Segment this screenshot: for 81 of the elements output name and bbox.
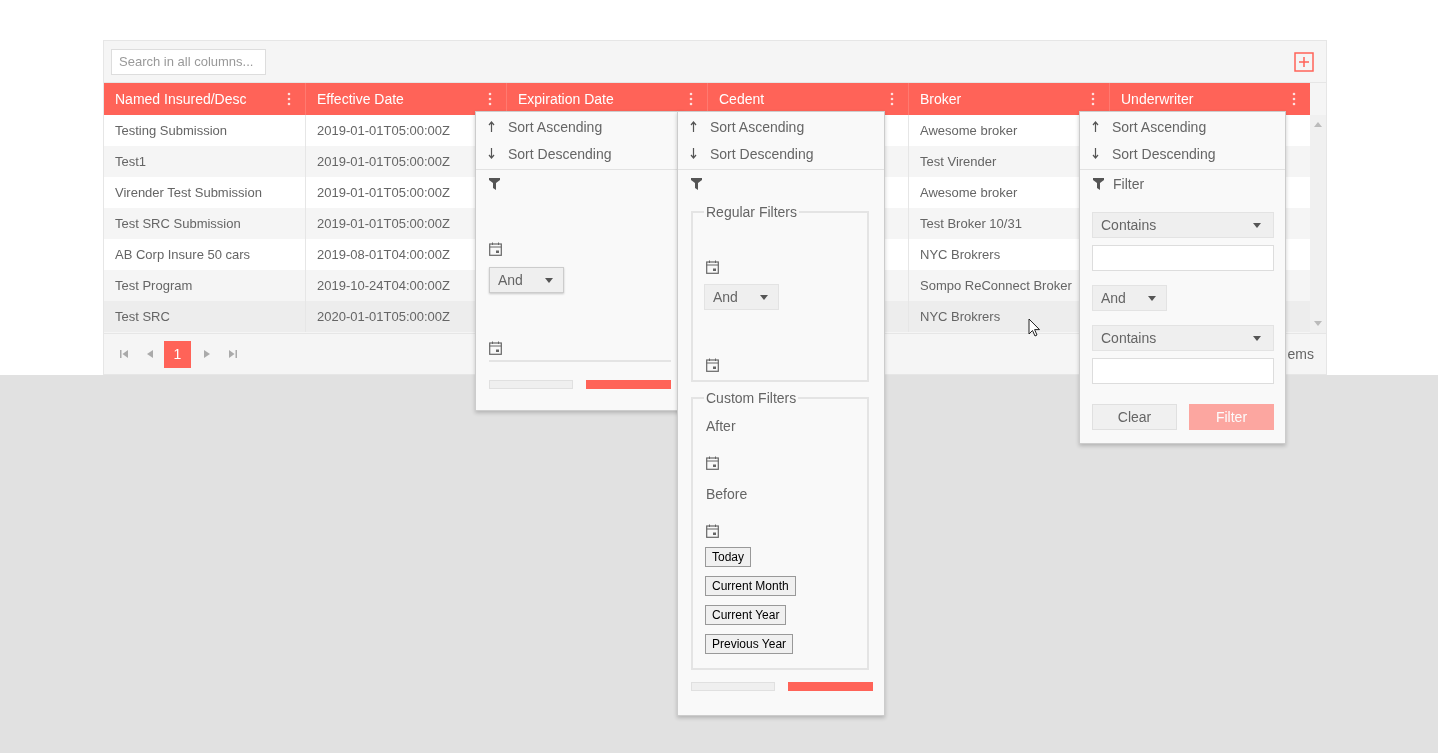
more-icon[interactable] <box>287 92 291 106</box>
column-header[interactable]: Effective Date <box>305 83 506 115</box>
more-icon[interactable] <box>1091 92 1095 106</box>
group-legend: Regular Filters <box>704 204 800 220</box>
filter-menu-item[interactable]: Filter <box>1093 176 1145 192</box>
calendar-icon[interactable] <box>489 242 502 256</box>
more-icon[interactable] <box>890 92 894 106</box>
more-icon[interactable] <box>488 92 492 106</box>
preset-button[interactable]: Current Month <box>705 576 796 596</box>
table-cell: Awesome broker <box>920 123 1018 138</box>
arrow-up-icon <box>488 121 495 132</box>
table-cell: 2020-01-01T05:00:00Z <box>317 309 450 324</box>
scroll-up-icon[interactable] <box>1314 122 1322 127</box>
caret-icon <box>545 277 553 283</box>
calendar-icon[interactable] <box>706 524 719 538</box>
table-cell: Test1 <box>115 154 147 169</box>
operator-dropdown[interactable]: Contains <box>1092 212 1274 238</box>
arrow-down-icon <box>488 148 495 159</box>
table-cell: Test SRC Submission <box>115 216 241 231</box>
table-cell: NYC Brokrers <box>920 309 1001 324</box>
arrow-up-icon <box>1092 121 1099 132</box>
table-cell: Testing Submission <box>115 123 227 138</box>
table-cell: Test SRC <box>115 309 170 324</box>
table-cell: 2019-01-01T05:00:00Z <box>317 185 450 200</box>
table-cell: Sompo ReConnect Broker <box>920 278 1072 293</box>
scroll-down-icon[interactable] <box>1314 321 1322 326</box>
more-icon[interactable] <box>689 92 693 106</box>
table-cell: Test Virender <box>920 154 997 169</box>
table-cell: 2019-10-24T04:00:00Z <box>317 278 450 293</box>
search-field[interactable]: Search in all columns... <box>111 48 266 75</box>
add-icon[interactable] <box>1294 51 1314 72</box>
sort-menu-item[interactable]: Sort Descending <box>1080 140 1285 167</box>
calendar-icon[interactable] <box>706 456 719 470</box>
table-cell: Test Broker 10/31 <box>920 216 1022 231</box>
preset-button[interactable]: Previous Year <box>705 634 794 654</box>
last-page-icon[interactable] <box>229 350 237 358</box>
arrow-down-icon <box>1092 148 1099 159</box>
first-page-icon[interactable] <box>120 350 128 358</box>
calendar-icon[interactable] <box>706 260 719 274</box>
filter-value-field[interactable] <box>1092 245 1274 271</box>
column-header[interactable]: Broker <box>908 83 1109 115</box>
pager-info: ems <box>1287 346 1314 362</box>
logic-dropdown[interactable]: And <box>1092 285 1167 311</box>
previous-page-icon[interactable] <box>147 350 153 358</box>
table-cell: Virender Test Submission <box>115 185 262 200</box>
table-cell: 2019-08-01T04:00:00Z <box>317 247 450 262</box>
calendar-icon[interactable] <box>489 341 502 355</box>
sort-menu-item[interactable]: Sort Ascending <box>1080 113 1285 140</box>
field-label: After <box>706 418 736 434</box>
sort-menu-item[interactable]: Sort Descending <box>678 140 884 167</box>
caret-icon <box>1253 222 1261 228</box>
table-cell: 2019-01-01T05:00:00Z <box>317 154 450 169</box>
table-cell: Awesome broker <box>920 185 1018 200</box>
logic-dropdown[interactable]: And <box>489 267 564 293</box>
preset-button[interactable]: Current Year <box>705 605 787 625</box>
arrow-down-icon <box>690 148 697 159</box>
caret-icon <box>1253 335 1261 341</box>
clear-button[interactable]: Clear <box>1092 404 1177 430</box>
more-icon[interactable] <box>1292 92 1296 106</box>
operator-dropdown[interactable]: Contains <box>1092 325 1274 351</box>
table-cell: Test Program <box>115 278 193 293</box>
logic-dropdown[interactable]: And <box>704 284 779 310</box>
filter-value-field[interactable] <box>1092 358 1274 384</box>
preset-button[interactable]: Today <box>705 547 752 567</box>
next-page-icon[interactable] <box>204 350 210 358</box>
table-cell: 2019-01-01T05:00:00Z <box>317 216 450 231</box>
filter-icon[interactable] <box>691 178 702 190</box>
column-header[interactable]: Named Insured/Desc <box>104 83 305 115</box>
table-cell: 2019-01-01T05:00:00Z <box>317 123 450 138</box>
arrow-up-icon <box>690 121 697 132</box>
scrollbar[interactable] <box>1310 115 1326 333</box>
page-button[interactable]: 1 <box>164 340 191 368</box>
filter-icon <box>1093 178 1104 190</box>
filter-icon[interactable] <box>489 178 500 190</box>
field-label: Before <box>706 486 748 502</box>
cursor-icon <box>1028 318 1041 337</box>
group-legend: Custom Filters <box>704 390 799 406</box>
sort-menu-item[interactable]: Sort Ascending <box>678 113 884 140</box>
table-cell: AB Corp Insure 50 cars <box>115 247 251 262</box>
calendar-icon[interactable] <box>706 358 719 372</box>
table-cell: NYC Brokrers <box>920 247 1001 262</box>
